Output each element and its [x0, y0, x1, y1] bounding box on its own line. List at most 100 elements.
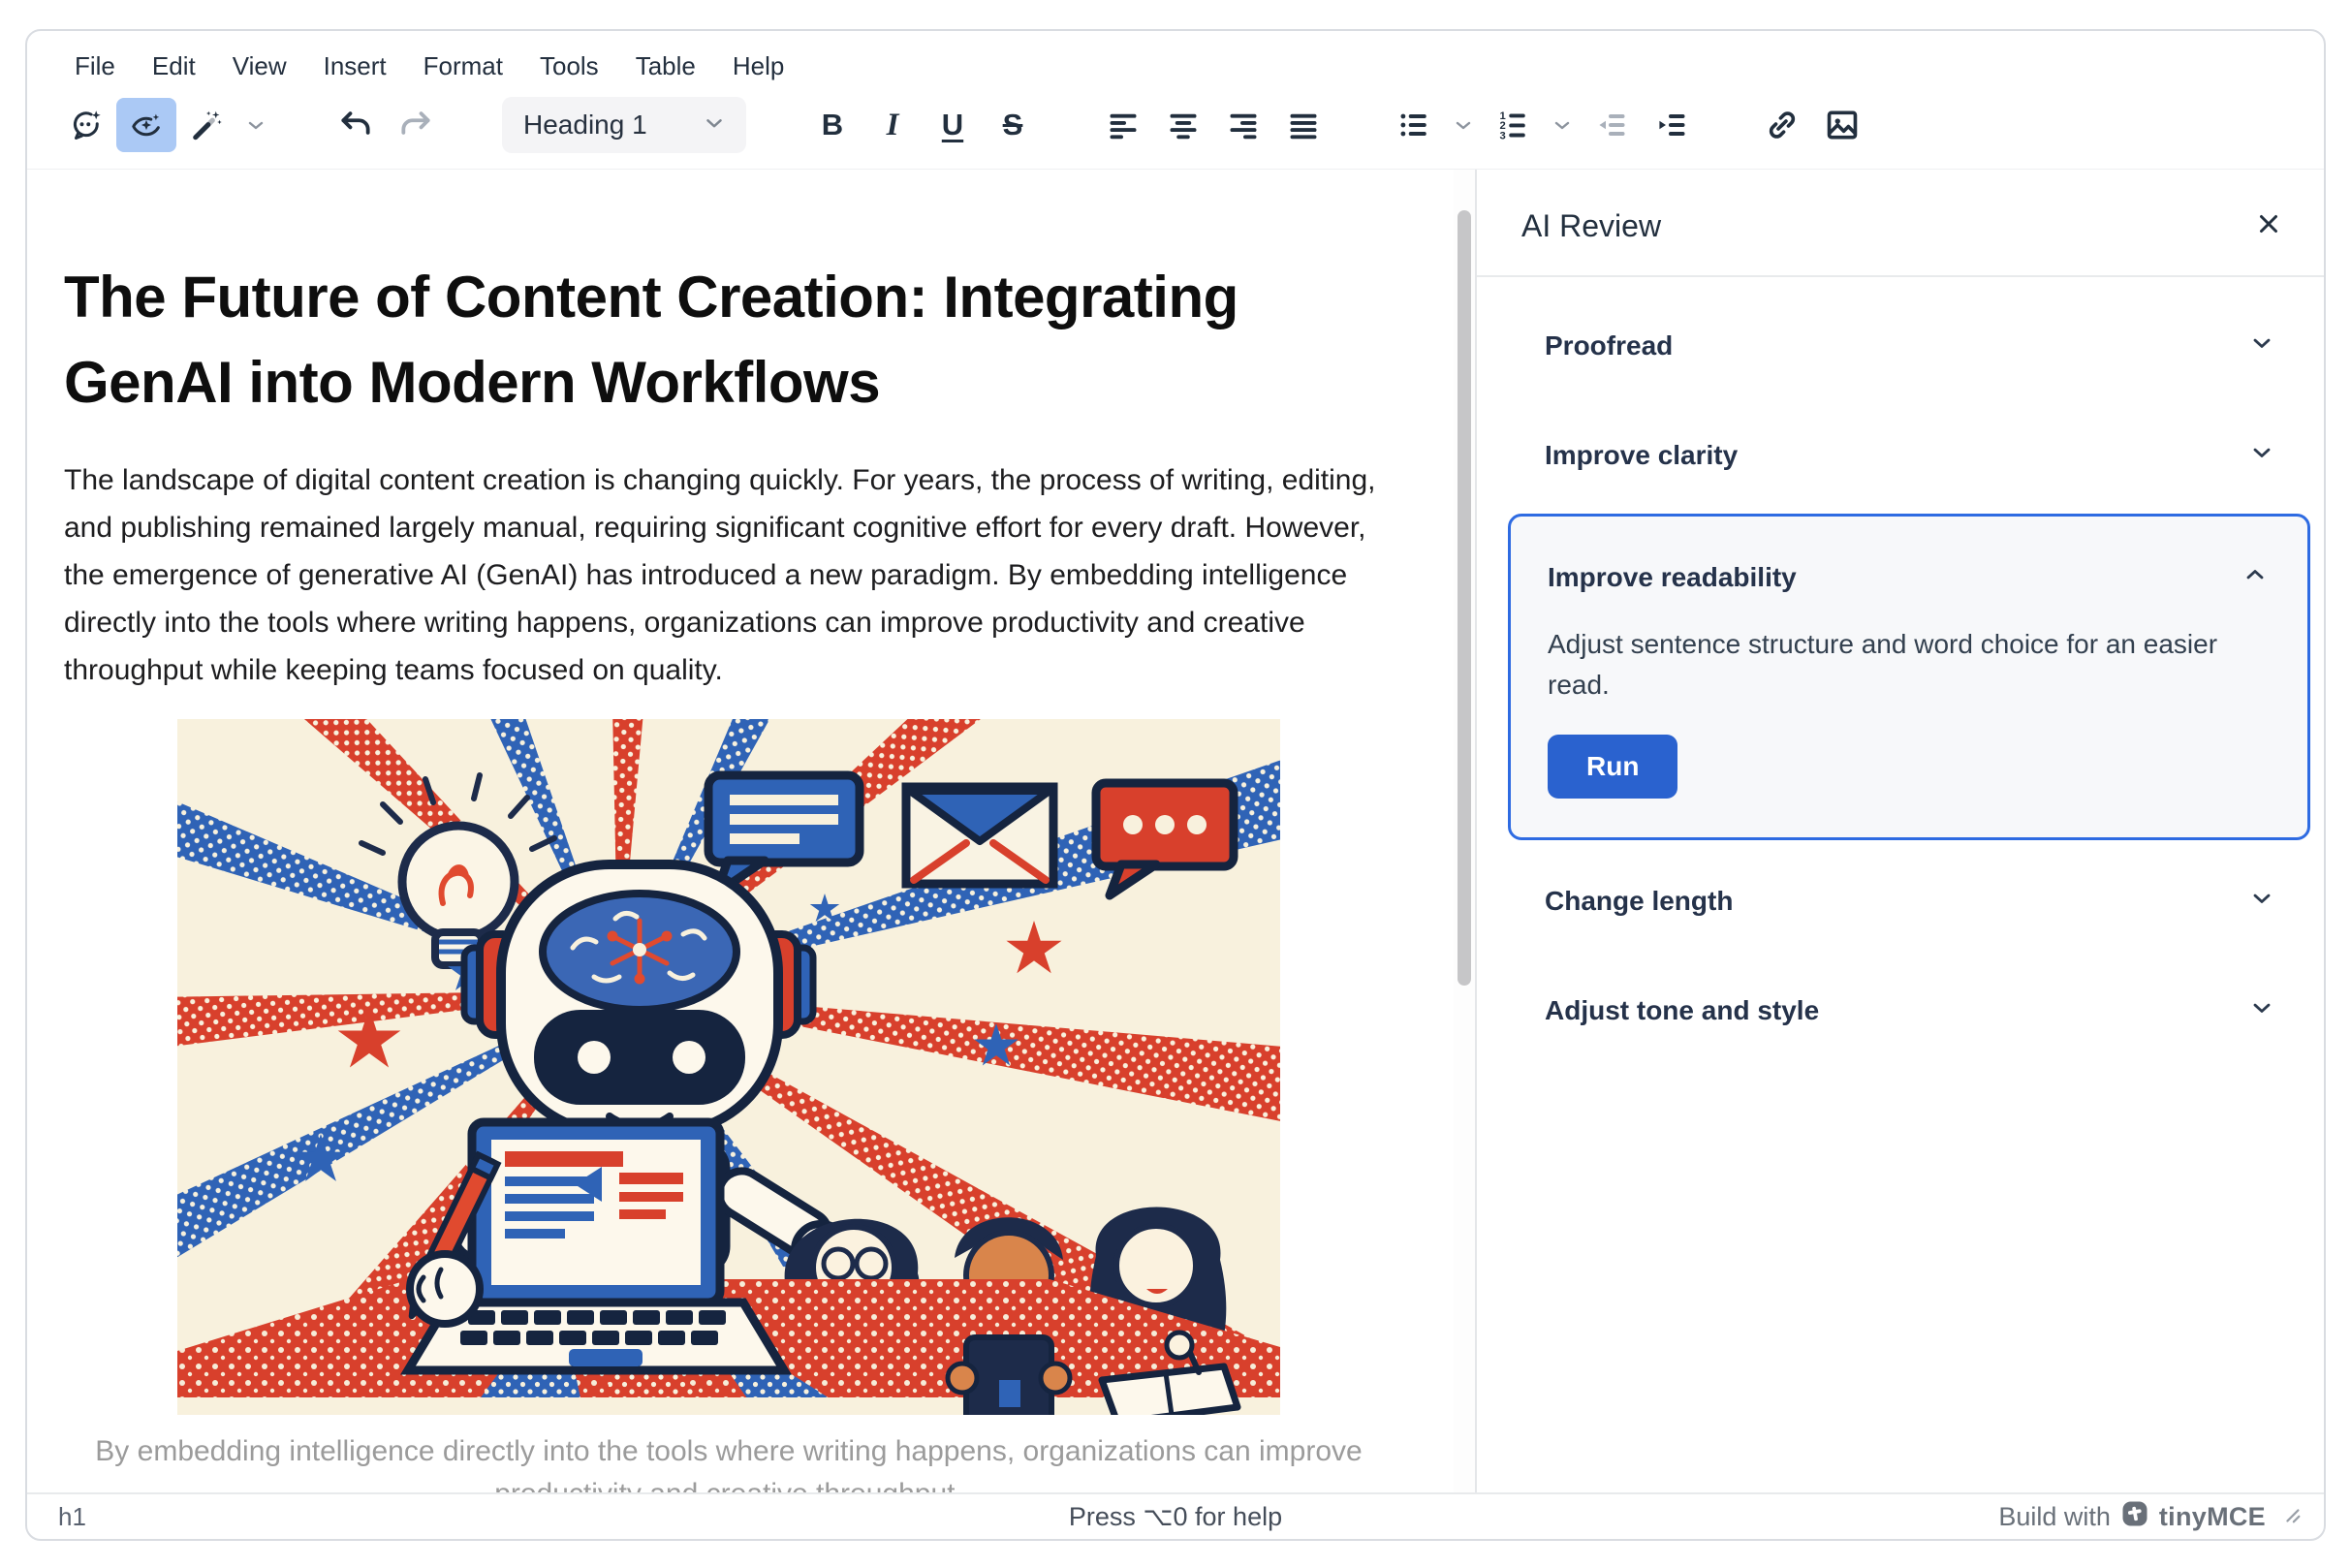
chevron-down-icon [2248, 994, 2275, 1026]
block-format-value: Heading 1 [523, 110, 647, 141]
align-right-icon [1226, 108, 1261, 142]
menu-bar: File Edit View Insert Format Tools Table… [27, 31, 2324, 87]
resize-handle-icon[interactable] [2281, 1502, 2303, 1532]
section-label: Improve readability [1548, 562, 1797, 593]
branding-name[interactable]: tinyMCE [2159, 1502, 2266, 1532]
svg-text:3: 3 [1500, 130, 1506, 141]
numbered-list-icon: 1 2 3 [1495, 108, 1530, 142]
ai-chat-bubble-sparkle-icon [69, 108, 104, 142]
outdent-button[interactable] [1582, 98, 1642, 152]
section-improve-readability[interactable]: Improve readability [1511, 522, 2307, 611]
help-shortcut-text: Press ⌥0 for help [1069, 1502, 1282, 1532]
ai-shortcuts-dropdown-chevron[interactable] [236, 98, 275, 152]
menu-table[interactable]: Table [617, 46, 714, 87]
justify-icon [1286, 108, 1321, 142]
menu-file[interactable]: File [56, 46, 134, 87]
chevron-down-icon [1452, 113, 1475, 137]
tablet-illustration [948, 1337, 1070, 1415]
chevron-down-icon [1551, 113, 1574, 137]
toolbar: Heading 1 B I U S [27, 87, 2324, 169]
editor-scrollbar[interactable] [1454, 170, 1475, 1492]
bullet-list-dropdown-chevron[interactable] [1444, 98, 1483, 152]
retro-robot-collaboration-image [177, 719, 1280, 1415]
editor-canvas[interactable]: The Future of Content Creation: Integrat… [27, 170, 1454, 1492]
chevron-down-icon [244, 113, 267, 137]
branding-prefix: Build with [1998, 1502, 2111, 1532]
menu-help[interactable]: Help [714, 46, 802, 87]
underline-button[interactable]: U [923, 98, 983, 152]
insert-image-button[interactable] [1812, 98, 1872, 152]
document-title: The Future of Content Creation: Integrat… [64, 255, 1394, 425]
section-label: Adjust tone and style [1545, 995, 1819, 1026]
undo-icon [337, 107, 374, 143]
bullet-list-icon [1396, 108, 1431, 142]
chevron-down-icon [2248, 885, 2275, 917]
picture-frame-icon [1824, 107, 1861, 143]
ai-shortcuts-button[interactable] [176, 98, 236, 152]
align-center-button[interactable] [1153, 98, 1213, 152]
bullet-list-button[interactable] [1384, 98, 1444, 152]
scrollbar-thumb[interactable] [1458, 210, 1471, 986]
chevron-up-icon [2241, 561, 2269, 593]
chain-link-icon [1764, 107, 1801, 143]
ai-dialog-button[interactable] [56, 98, 116, 152]
menu-view[interactable]: View [214, 46, 305, 87]
close-icon[interactable] [2254, 209, 2283, 243]
justify-button[interactable] [1273, 98, 1333, 152]
section-label: Proofread [1545, 330, 1673, 361]
underline-icon: U [942, 108, 963, 142]
magic-wand-sparkles-icon [189, 108, 224, 142]
insert-link-button[interactable] [1752, 98, 1812, 152]
align-center-icon [1166, 108, 1201, 142]
strikethrough-button[interactable]: S [983, 98, 1043, 152]
strikethrough-icon: S [1003, 108, 1023, 142]
ai-review-panel: AI Review Proofread Improve clarity [1477, 170, 2324, 1492]
document-paragraph: The landscape of digital content creatio… [64, 456, 1394, 694]
image-caption: By embedding intelligence directly into … [84, 1430, 1373, 1492]
run-button[interactable]: Run [1548, 735, 1677, 799]
chevron-down-icon [2248, 329, 2275, 361]
element-path[interactable]: h1 [58, 1502, 86, 1532]
status-bar: h1 Press ⌥0 for help Build with tinyMCE [27, 1492, 2324, 1539]
section-label: Improve clarity [1545, 440, 1738, 471]
chevron-down-icon [2248, 439, 2275, 471]
ai-review-button[interactable] [116, 98, 176, 152]
section-adjust-tone-style[interactable]: Adjust tone and style [1508, 956, 2314, 1065]
section-label: Change length [1545, 886, 1733, 917]
ai-review-panel-header: AI Review [1477, 170, 2324, 277]
align-left-button[interactable] [1093, 98, 1153, 152]
chevron-down-icon [702, 110, 727, 141]
align-left-icon [1106, 108, 1141, 142]
indent-icon [1654, 108, 1689, 142]
block-format-select[interactable]: Heading 1 [502, 97, 746, 153]
panel-title: AI Review [1521, 208, 1661, 244]
section-improve-clarity[interactable]: Improve clarity [1508, 400, 2314, 510]
outdent-icon [1594, 108, 1629, 142]
tinymce-logo-icon [2120, 1499, 2149, 1535]
redo-icon [397, 107, 434, 143]
bold-icon: B [822, 108, 843, 142]
section-improve-readability-expanded: Improve readability Adjust sentence stru… [1508, 514, 2310, 840]
indent-button[interactable] [1642, 98, 1702, 152]
tinymce-editor-window: File Edit View Insert Format Tools Table… [25, 29, 2326, 1541]
section-change-length[interactable]: Change length [1508, 846, 2314, 956]
menu-insert[interactable]: Insert [305, 46, 405, 87]
italic-icon: I [887, 108, 899, 143]
main-area: The Future of Content Creation: Integrat… [27, 169, 2324, 1492]
envelope-icon [906, 787, 1053, 884]
menu-edit[interactable]: Edit [134, 46, 214, 87]
menu-format[interactable]: Format [405, 46, 521, 87]
bold-button[interactable]: B [802, 98, 862, 152]
section-proofread[interactable]: Proofread [1508, 291, 2314, 400]
section-description: Adjust sentence structure and word choic… [1511, 611, 2276, 706]
article-illustration[interactable] [177, 719, 1280, 1415]
eye-sparkle-icon [129, 108, 164, 142]
align-right-button[interactable] [1213, 98, 1273, 152]
numbered-list-button[interactable]: 1 2 3 [1483, 98, 1543, 152]
redo-button[interactable] [386, 98, 446, 152]
numbered-list-dropdown-chevron[interactable] [1543, 98, 1582, 152]
italic-button[interactable]: I [862, 98, 923, 152]
menu-tools[interactable]: Tools [521, 46, 617, 87]
document-body: The Future of Content Creation: Integrat… [27, 170, 1454, 1492]
undo-button[interactable] [326, 98, 386, 152]
